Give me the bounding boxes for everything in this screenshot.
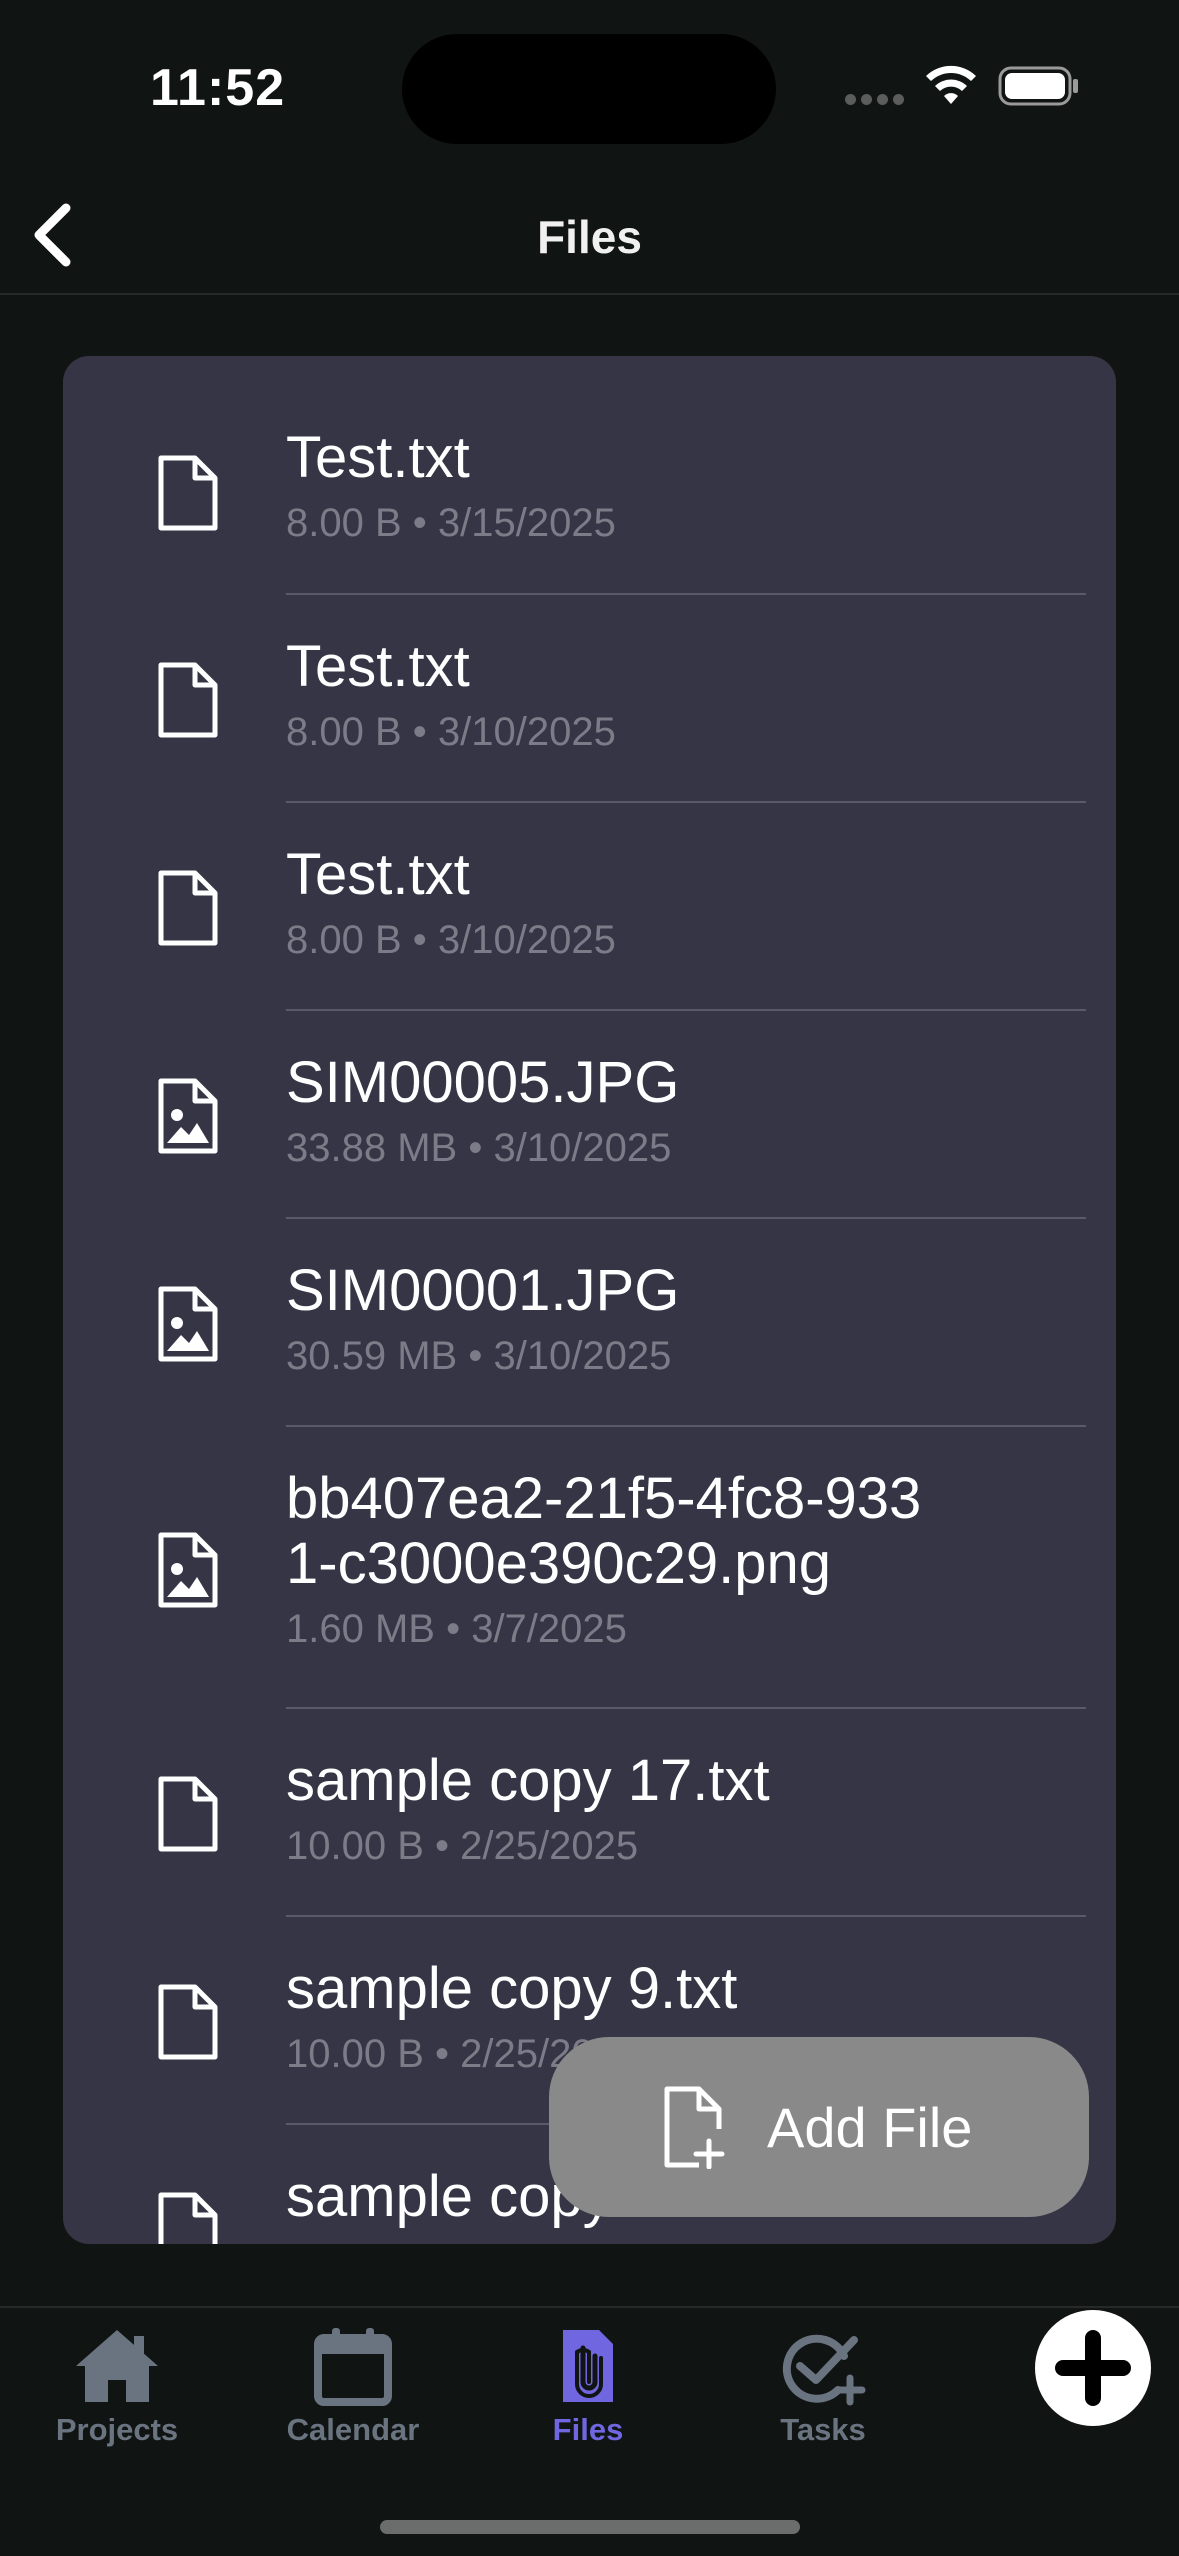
document-icon (158, 455, 218, 531)
tab-label: Projects (55, 2412, 179, 2447)
file-row[interactable]: SIM00001.JPG 30.59 MB • 3/10/2025 (63, 1219, 1116, 1427)
page-title: Files (537, 211, 642, 263)
home-icon (76, 2330, 158, 2402)
cellular-signal-icon (845, 94, 905, 108)
wifi-icon (926, 65, 976, 104)
file-meta: 8.00 B • 3/10/2025 (286, 917, 616, 962)
file-meta: 1.60 MB • 3/7/2025 (286, 1606, 627, 1651)
file-meta: 8.00 B • 3/10/2025 (286, 709, 616, 754)
files-list: Test.txt 8.00 B • 3/15/2025 Test.txt 8.0… (63, 356, 1116, 2244)
file-name: sample copy 9.txt (286, 1956, 738, 2021)
add-button[interactable] (1035, 2310, 1151, 2426)
files-screen: 11:52 Files Test.txt 8.00 B • 3/15/2025 … (0, 0, 1179, 2556)
file-name: Test.txt (286, 634, 470, 699)
file-name: sample copy 17.txt (286, 1748, 770, 1813)
navigation-bar: Files (0, 170, 1179, 295)
document-icon (158, 1984, 218, 2060)
image-file-icon (158, 1078, 218, 1154)
status-time: 11:52 (150, 59, 286, 117)
file-meta: 30.59 MB • 3/10/2025 (286, 1333, 672, 1378)
file-meta: 33.88 MB • 3/10/2025 (286, 1125, 672, 1170)
add-file-button[interactable]: Add File (549, 2037, 1089, 2217)
file-name: bb407ea2-21f5-4fc8-933 1-c3000e390c29.pn… (286, 1466, 922, 1596)
document-icon (158, 870, 218, 946)
file-meta: 10.00 B • 2/25/2025 (286, 1823, 639, 1868)
tab-label: Calendar (286, 2412, 420, 2447)
status-bar: 11:52 (0, 0, 1179, 170)
tab-files[interactable]: Files (498, 2326, 678, 2466)
plus-icon (1055, 2330, 1131, 2406)
tab-calendar[interactable]: Calendar (263, 2326, 443, 2466)
file-row[interactable]: Test.txt 8.00 B • 3/10/2025 (63, 803, 1116, 1011)
image-file-icon (158, 1286, 218, 1362)
check-circle-plus-icon (782, 2334, 866, 2406)
file-plus-icon (664, 2086, 725, 2169)
dynamic-island (402, 34, 776, 144)
file-row[interactable]: bb407ea2-21f5-4fc8-933 1-c3000e390c29.pn… (63, 1427, 1116, 1709)
tab-tasks[interactable]: Tasks (733, 2326, 913, 2466)
file-meta: 8.00 B • 3/15/2025 (286, 500, 616, 545)
file-row[interactable]: Test.txt 8.00 B • 3/15/2025 (63, 356, 1116, 595)
tab-label: Files (552, 2412, 624, 2447)
file-name: SIM00005.JPG (286, 1050, 680, 1115)
file-name: Test.txt (286, 842, 470, 907)
add-file-label: Add File (767, 2095, 973, 2159)
file-name: Test.txt (286, 425, 470, 490)
image-file-icon (158, 1532, 218, 1608)
paperclip-file-icon (563, 2330, 613, 2402)
file-row[interactable]: SIM00005.JPG 33.88 MB • 3/10/2025 (63, 1011, 1116, 1219)
home-indicator (380, 2520, 800, 2534)
tab-label: Tasks (780, 2412, 866, 2447)
tab-projects[interactable]: Projects (27, 2326, 207, 2466)
battery-icon (998, 66, 1078, 106)
document-icon (158, 1776, 218, 1852)
document-icon (158, 662, 218, 738)
file-name: SIM00001.JPG (286, 1258, 680, 1323)
file-row[interactable]: sample copy 17.txt 10.00 B • 2/25/2025 (63, 1709, 1116, 1917)
calendar-icon (314, 2328, 392, 2406)
document-icon (158, 2192, 218, 2244)
file-row[interactable]: Test.txt 8.00 B • 3/10/2025 (63, 595, 1116, 803)
